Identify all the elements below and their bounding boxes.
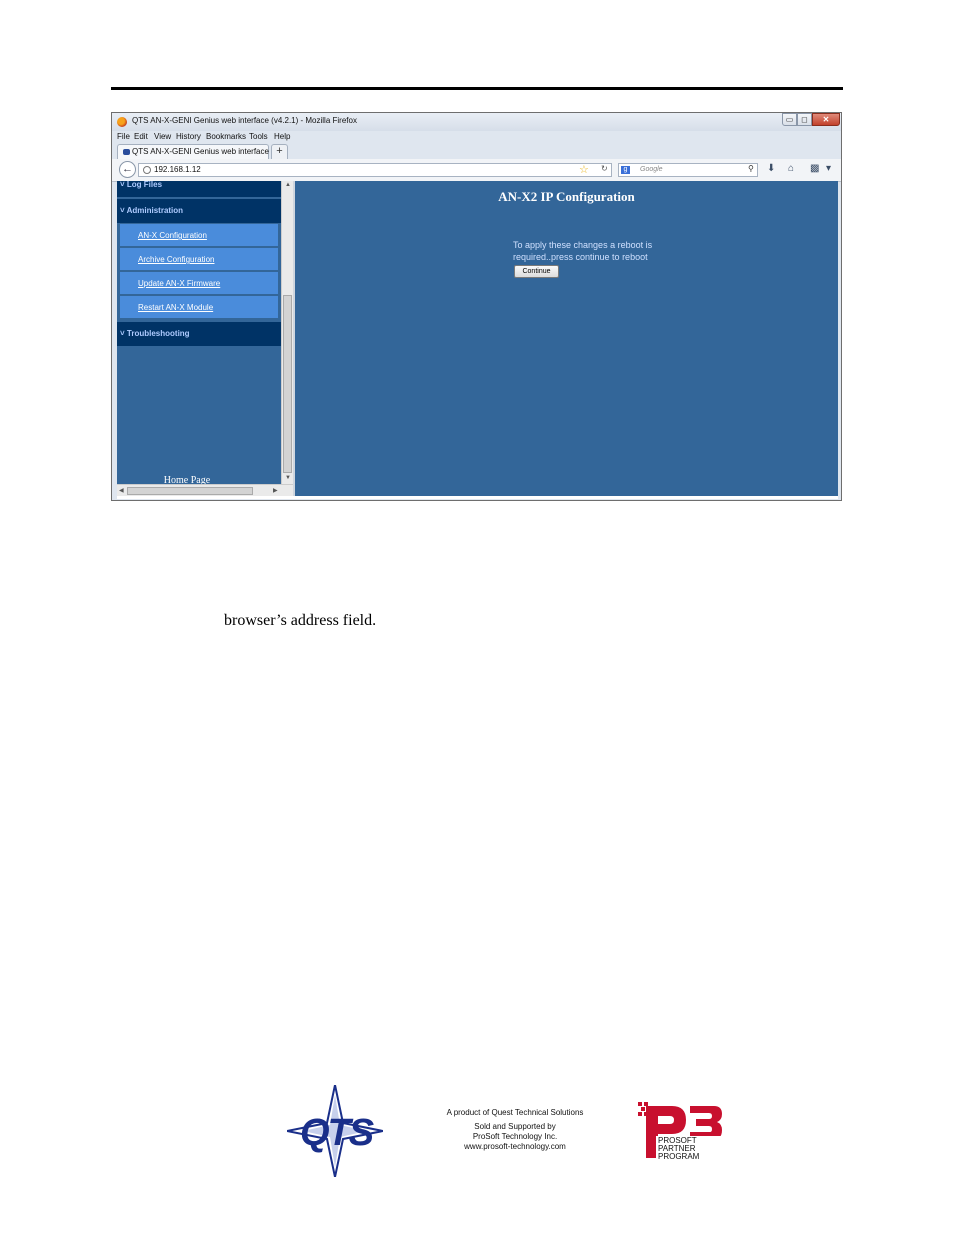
- chevron-down-icon: ˅: [120, 181, 125, 189]
- browser-window: QTS AN-X-GENI Genius web interface (v4.2…: [111, 112, 842, 501]
- chevron-down-icon: ˅: [120, 206, 125, 215]
- sidebar: ˅ Log Files ˅ Administration AN-X Config…: [117, 181, 281, 484]
- sidebar-item-anx-configuration[interactable]: AN-X Configuration: [120, 224, 278, 247]
- scroll-up-icon[interactable]: ▲: [285, 182, 291, 188]
- home-icon[interactable]: ⌂: [788, 163, 794, 174]
- reboot-notice: To apply these changes a reboot is requi…: [513, 240, 653, 262]
- menu-tools[interactable]: Tools: [249, 132, 268, 141]
- scroll-thumb[interactable]: [127, 487, 253, 495]
- tab-bar: QTS AN-X-GENI Genius web interface (v...…: [112, 143, 841, 159]
- footer-line: ProSoft Technology Inc.: [472, 1132, 558, 1141]
- search-placeholder: Google: [640, 166, 663, 173]
- main-panel: AN-X2 IP Configuration To apply these ch…: [295, 181, 838, 496]
- back-arrow-icon[interactable]: ←: [119, 161, 136, 178]
- document-caption: browser’s address field.: [224, 612, 377, 629]
- menu-file[interactable]: File: [117, 132, 130, 141]
- window-title: QTS AN-X-GENI Genius web interface (v4.2…: [132, 116, 357, 125]
- continue-button[interactable]: Continue: [514, 265, 559, 278]
- page-content: ˅ Log Files ˅ Administration AN-X Config…: [117, 181, 838, 499]
- sidebar-section-log-files[interactable]: ˅ Log Files: [117, 181, 281, 197]
- search-input[interactable]: g Google ⚲: [618, 163, 758, 177]
- google-icon[interactable]: g: [621, 166, 630, 174]
- sidebar-horizontal-scrollbar[interactable]: ◀ ▶: [117, 484, 293, 496]
- addon-icon[interactable]: ▩: [810, 163, 819, 174]
- close-button[interactable]: ✕: [812, 113, 840, 126]
- menu-bar: File Edit View History Bookmarks Tools H…: [112, 131, 841, 143]
- p3-line: PROGRAM: [658, 1152, 700, 1161]
- scroll-down-icon[interactable]: ▼: [285, 475, 291, 481]
- menu-view[interactable]: View: [154, 132, 171, 141]
- star-icon[interactable]: ☆: [579, 163, 589, 176]
- chevron-down-icon: ˅: [120, 329, 125, 338]
- scroll-right-icon[interactable]: ▶: [273, 487, 278, 494]
- sidebar-item-restart-module[interactable]: Restart AN-X Module: [120, 296, 278, 319]
- maximize-button[interactable]: ◻: [797, 113, 812, 126]
- menu-edit[interactable]: Edit: [134, 132, 148, 141]
- footer-line: A product of Quest Technical Solutions: [446, 1108, 584, 1117]
- footer-line: www.prosoft-technology.com: [464, 1142, 566, 1151]
- footer-line: Sold and Supported by: [474, 1122, 556, 1131]
- footer-text: A product of Quest Technical Solutions S…: [440, 1108, 590, 1152]
- p3-partner-logo: PROSOFT PARTNER PROGRAM: [638, 1102, 724, 1161]
- favicon-icon: [123, 149, 130, 155]
- menu-icon[interactable]: ▾: [826, 163, 831, 174]
- globe-icon: [143, 166, 151, 174]
- home-page-link[interactable]: Home Page: [117, 475, 257, 484]
- reload-icon[interactable]: ↻: [601, 164, 608, 173]
- menu-help[interactable]: Help: [274, 132, 290, 141]
- scroll-left-icon[interactable]: ◀: [119, 487, 124, 494]
- menu-bookmarks[interactable]: Bookmarks: [206, 132, 246, 141]
- page-title: AN-X2 IP Configuration: [498, 189, 635, 204]
- tab-active[interactable]: QTS AN-X-GENI Genius web interface (v...: [117, 144, 284, 159]
- scroll-thumb[interactable]: [283, 295, 292, 473]
- header-rule: [111, 87, 843, 90]
- tab-label: QTS AN-X-GENI Genius web interface (v...: [132, 147, 284, 156]
- firefox-icon: [117, 117, 127, 127]
- sidebar-section-label: Troubleshooting: [126, 329, 190, 338]
- sidebar-section-administration[interactable]: ˅ Administration: [117, 199, 281, 223]
- sidebar-item-archive-configuration[interactable]: Archive Configuration: [120, 248, 278, 271]
- title-bar: QTS AN-X-GENI Genius web interface (v4.2…: [112, 113, 841, 131]
- sidebar-section-label: Administration: [126, 206, 184, 215]
- search-icon[interactable]: ⚲: [748, 164, 754, 173]
- address-bar[interactable]: 192.168.1.12 ☆ ↻: [138, 163, 612, 177]
- minimize-button[interactable]: ▭: [782, 113, 797, 126]
- url-text: 192.168.1.12: [154, 165, 201, 174]
- sidebar-section-label: Log Files: [126, 181, 163, 189]
- qts-logo-text: QTS: [300, 1112, 374, 1154]
- menu-history[interactable]: History: [176, 132, 201, 141]
- sidebar-item-update-firmware[interactable]: Update AN-X Firmware: [120, 272, 278, 295]
- navigation-bar: ← 192.168.1.12 ☆ ↻ g Google ⚲ ⬇ ⌂ ▩ ▾: [112, 159, 841, 182]
- sidebar-vertical-scrollbar[interactable]: ▲ ▼: [281, 181, 293, 484]
- download-icon[interactable]: ⬇: [767, 163, 775, 174]
- sidebar-section-troubleshooting[interactable]: ˅ Troubleshooting: [117, 322, 281, 346]
- new-tab-button[interactable]: +: [271, 144, 288, 159]
